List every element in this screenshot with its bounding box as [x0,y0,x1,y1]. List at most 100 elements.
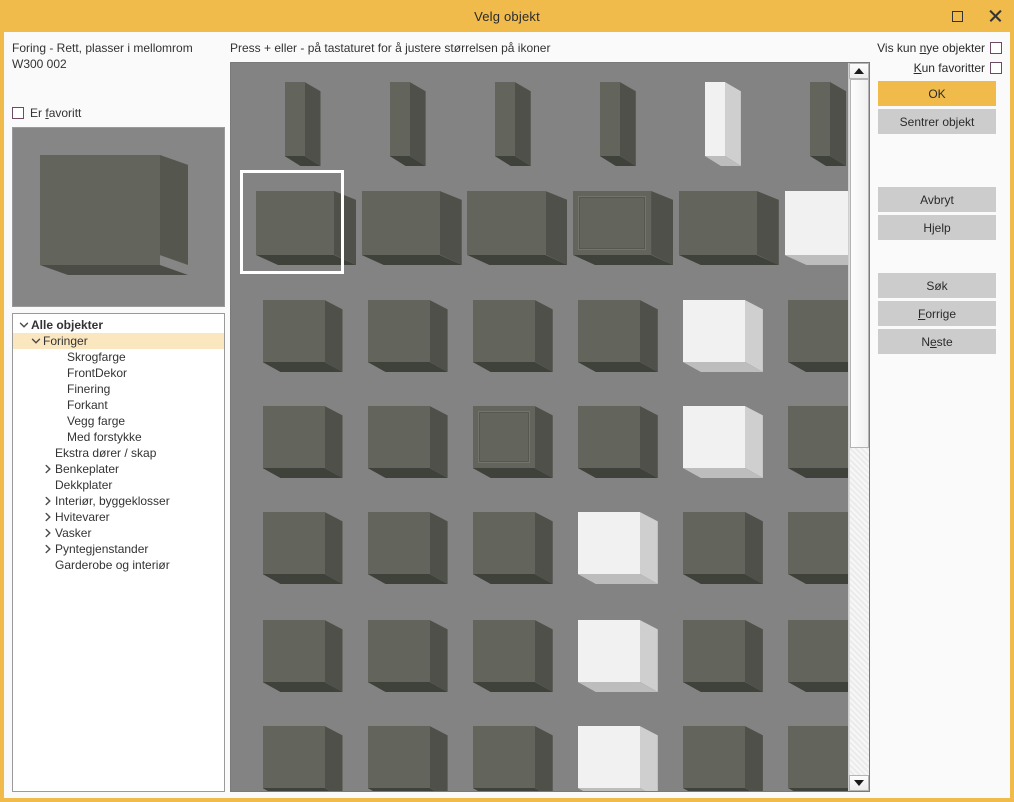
is-favorite-checkbox[interactable] [12,107,24,119]
thumbnail-bottom-face [785,255,849,266]
tree-item-vegg-farge[interactable]: Vegg farge [13,413,224,429]
previous-button[interactable]: Forrige [878,301,996,326]
chevron-right-icon[interactable] [41,544,55,554]
icon-grid-item[interactable] [468,183,558,275]
chevron-down-icon[interactable] [29,336,43,346]
object-thumbnail [788,512,848,586]
tree-item-hvitevarer[interactable]: Hvitevarer [13,509,224,525]
object-thumbnail [788,300,848,374]
tree-item-alle-objekter[interactable]: Alle objekter [13,317,224,333]
close-button[interactable] [976,0,1014,32]
preview-box-side [160,155,188,265]
tree-item-forkant[interactable]: Forkant [13,397,224,413]
icon-grid-item[interactable] [364,611,454,703]
scrollbar-thumb[interactable] [850,79,869,448]
icon-grid-item[interactable] [259,77,349,173]
tree-item-label: Dekkplater [55,478,112,492]
chevron-down-icon[interactable] [17,320,31,330]
is-favorite-row[interactable]: Er favoritt [12,106,230,120]
icon-grid-item[interactable] [573,291,663,383]
thumbnail-side-face [640,512,658,584]
tree-item-dekkplater[interactable]: Dekkplater [13,477,224,493]
icon-grid-item[interactable] [573,77,663,173]
chevron-right-icon[interactable] [41,528,55,538]
only-favorites-checkbox[interactable] [990,62,1002,74]
grid-scrollbar[interactable] [848,63,870,791]
icon-grid-item[interactable] [364,717,454,791]
show-new-only-checkbox[interactable] [990,42,1002,54]
object-thumbnail [263,512,343,586]
icon-grid-item[interactable] [677,611,767,703]
thumbnail-side-face [745,726,763,791]
icon-grid-item[interactable] [259,503,349,595]
icon-grid-item[interactable] [259,397,349,489]
tree-item-skrogfarge[interactable]: Skrogfarge [13,349,224,365]
icon-grid-item[interactable] [468,611,558,703]
search-button[interactable]: Søk [878,273,996,298]
icon-grid-item[interactable] [677,77,767,173]
tree-item-foringer[interactable]: Foringer [13,333,224,349]
tree-item-frontdekor[interactable]: FrontDekor [13,365,224,381]
selected-item-highlight [240,170,344,274]
icon-grid-item[interactable] [468,717,558,791]
icon-grid-item[interactable] [468,397,558,489]
icon-grid-item[interactable] [782,611,849,703]
show-new-only-row[interactable]: Vis kun nye objekter [877,40,1002,55]
icon-grid-item[interactable] [782,397,849,489]
icon-grid[interactable] [231,63,848,791]
next-button[interactable]: Neste [878,329,996,354]
icon-grid-item[interactable] [573,717,663,791]
object-category-tree[interactable]: Alle objekterForingerSkrogfargeFrontDeko… [12,313,225,792]
icon-grid-item[interactable] [364,397,454,489]
object-thumbnail [679,191,767,267]
icon-grid-item[interactable] [677,397,767,489]
thumbnail-front-face [263,512,325,574]
cancel-button[interactable]: Avbryt [878,187,996,212]
tree-item-vasker[interactable]: Vasker [13,525,224,541]
tree-item-benkeplater[interactable]: Benkeplater [13,461,224,477]
tree-item-pyntegjenstander[interactable]: Pyntegjenstander [13,541,224,557]
icon-grid-item[interactable] [677,717,767,791]
icon-grid-item[interactable] [677,503,767,595]
icon-grid-item[interactable] [364,183,454,275]
icon-grid-item[interactable] [364,503,454,595]
tree-item-med-forstykke[interactable]: Med forstykke [13,429,224,445]
icon-grid-item[interactable] [259,717,349,791]
icon-grid-item[interactable] [573,503,663,595]
icon-grid-item[interactable] [782,503,849,595]
icon-grid-item[interactable] [259,291,349,383]
scroll-up-button[interactable] [849,63,869,79]
chevron-right-icon[interactable] [41,464,55,474]
maximize-button[interactable] [938,0,976,32]
icon-grid-item[interactable] [573,397,663,489]
tree-item-ekstra-d-rer-skap[interactable]: Ekstra dører / skap [13,445,224,461]
chevron-right-icon[interactable] [41,496,55,506]
icon-grid-item[interactable] [573,183,663,275]
icon-grid-item[interactable] [782,717,849,791]
center-object-button[interactable]: Sentrer objekt [878,109,996,134]
object-thumbnail [683,300,763,374]
tree-item-interi-r-byggeklosser[interactable]: Interiør, byggeklosser [13,493,224,509]
icon-grid-item[interactable] [364,77,454,173]
icon-grid-item[interactable] [677,183,767,275]
only-favorites-row[interactable]: Kun favoritter [914,60,1002,75]
icon-grid-item[interactable] [782,183,849,275]
tree-item-garderobe-og-interi-r[interactable]: Garderobe og interiør [13,557,224,573]
preview-box-front [40,155,160,265]
chevron-right-icon[interactable] [41,512,55,522]
icon-grid-item[interactable] [573,611,663,703]
scroll-down-button[interactable] [849,775,869,791]
icon-grid-item[interactable] [782,291,849,383]
scrollbar-track[interactable] [849,79,869,775]
icon-grid-item[interactable] [468,77,558,173]
icon-grid-item[interactable] [468,503,558,595]
icon-grid-item[interactable] [782,77,849,173]
icon-grid-item[interactable] [468,291,558,383]
icon-grid-item[interactable] [677,291,767,383]
tree-item-finering[interactable]: Finering [13,381,224,397]
icon-grid-item[interactable] [364,291,454,383]
help-button[interactable]: Hjelp [878,215,996,240]
ok-button[interactable]: OK [878,81,996,106]
icon-grid-item[interactable] [259,611,349,703]
object-thumbnail [788,620,848,694]
